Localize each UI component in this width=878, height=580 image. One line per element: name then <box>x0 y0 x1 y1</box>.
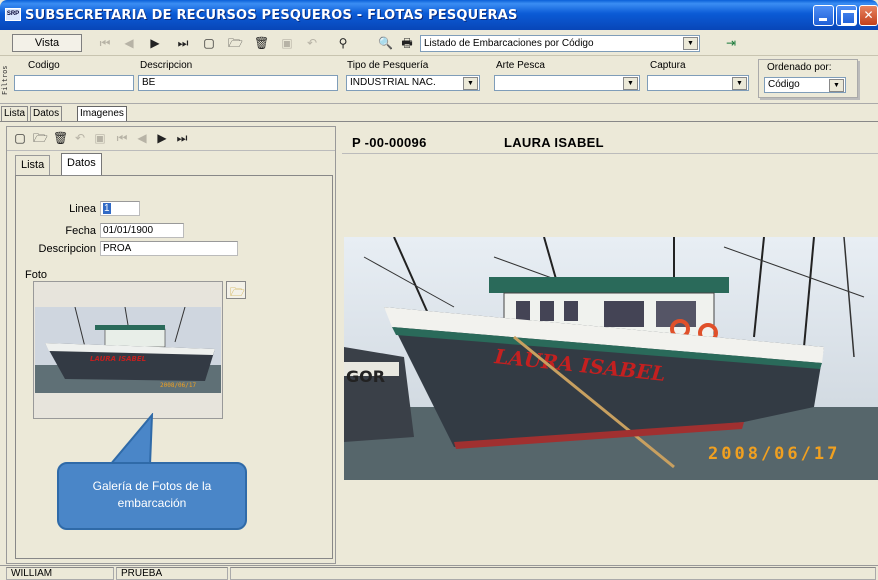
captura-label: Captura <box>650 60 686 71</box>
ordenado-por-value: Código <box>768 79 800 90</box>
boat-thumbnail-photo[interactable]: LAURA ISABEL 2008/06/17 <box>35 307 221 393</box>
foto-label: Foto <box>25 269 48 281</box>
ordenado-por-select[interactable]: Código ▼ <box>764 77 846 93</box>
exit-icon[interactable]: ⇥ <box>724 36 738 50</box>
descripcion-field-label: Descripcion <box>38 243 96 255</box>
tipo-pesqueria-select[interactable]: INDUSTRIAL NAC. ▼ <box>346 75 480 91</box>
codigo-input[interactable] <box>14 75 134 91</box>
photo-viewer-pane: P -00-00096 LAURA ISABEL GOR LAURA ISABE… <box>342 126 878 564</box>
record-header: P -00-00096 LAURA ISABEL <box>342 126 878 154</box>
vista-button[interactable]: Vista <box>12 34 82 52</box>
window-title: SUBSECRETARIA DE RECURSOS PESQUEROS - FL… <box>25 8 518 23</box>
fecha-input[interactable]: 01/01/1900 <box>100 223 184 238</box>
descripcion-input[interactable]: BE <box>138 75 338 91</box>
load-photo-button[interactable]: 🗁 <box>226 281 246 299</box>
filters-bar: Filtros Codigo Descripcion BE Tipo de Pe… <box>0 57 878 104</box>
arte-pesca-select[interactable]: ▼ <box>494 75 640 91</box>
printer-icon[interactable]: 🖶 <box>400 36 414 50</box>
open-folder-icon: 🗁 <box>230 285 245 299</box>
new-document-icon[interactable]: ▢ <box>13 131 27 145</box>
thumb-boat-name: LAURA ISABEL <box>90 355 146 363</box>
subtab-lista[interactable]: Lista <box>15 155 51 175</box>
last-record-icon[interactable]: ⏭ <box>176 36 190 50</box>
linea-value: 1 <box>103 203 111 214</box>
arte-pesca-label: Arte Pesca <box>496 60 545 71</box>
codigo-label: Codigo <box>28 60 60 71</box>
chevron-down-icon[interactable]: ▼ <box>683 37 698 50</box>
captura-select[interactable]: ▼ <box>647 75 749 91</box>
status-user: WILLIAM <box>6 567 114 580</box>
record-name: LAURA ISABEL <box>504 135 604 150</box>
next-record-icon[interactable]: ▶ <box>148 36 162 50</box>
tab-imagenes[interactable]: Imagenes <box>77 106 127 122</box>
chevron-down-icon[interactable]: ▼ <box>463 77 478 90</box>
linea-input[interactable]: 1 <box>100 201 140 216</box>
subtab-datos[interactable]: Datos <box>61 153 102 175</box>
photo-gallery-callout: Galería de Fotos de la embarcación <box>57 462 247 530</box>
other-boat-name: GOR <box>346 367 385 386</box>
next-record-icon[interactable]: ▶ <box>155 131 169 145</box>
status-message <box>230 567 876 580</box>
new-document-icon[interactable]: ▢ <box>202 36 216 50</box>
status-bar: WILLIAM PRUEBA <box>0 565 878 580</box>
minimize-icon <box>814 6 833 25</box>
descripcion-label: Descripcion <box>140 60 193 71</box>
photo-date-stamp: 2008/06/17 <box>708 444 840 464</box>
trash-icon[interactable]: 🗑 <box>53 131 68 145</box>
tab-lista[interactable]: Lista <box>1 106 29 121</box>
main-toolbar: Vista ⏮ ◀ ▶ ⏭ ▢ 🗁 🗑 ▣ ↶ ⚲ 🔍 🖶 Listado de… <box>0 30 878 56</box>
undo-icon[interactable]: ↶ <box>305 36 319 50</box>
record-code: P -00-00096 <box>352 135 427 150</box>
filters-side-label: Filtros <box>1 65 9 95</box>
photo-thumbnail-frame[interactable]: LAURA ISABEL 2008/06/17 <box>33 281 223 419</box>
tipo-pesqueria-value: INDUSTRIAL NAC. <box>350 77 436 88</box>
previous-record-icon[interactable]: ◀ <box>122 36 136 50</box>
maximize-button[interactable] <box>836 5 857 26</box>
minimize-button[interactable] <box>813 5 834 26</box>
first-record-icon[interactable]: ⏮ <box>115 131 129 145</box>
chevron-down-icon[interactable]: ▼ <box>732 77 747 90</box>
thumb-date-stamp: 2008/06/17 <box>160 382 197 389</box>
print-preview-icon[interactable]: 🔍 <box>378 36 393 50</box>
boat-large-photo[interactable]: GOR LAURA ISABEL 2008/06/17 <box>344 237 878 480</box>
app-icon: SRP <box>5 8 21 21</box>
chevron-down-icon[interactable]: ▼ <box>623 77 638 90</box>
descripcion-field-input[interactable]: PROA <box>100 241 238 256</box>
ordenado-por-label: Ordenado por: <box>767 62 832 73</box>
linea-label: Linea <box>69 203 96 215</box>
status-environment: PRUEBA <box>116 567 228 580</box>
image-toolbar: ▢ 🗁 🗑 ↶ ▣ ⏮ ◀ ▶ ⏭ <box>7 127 335 151</box>
fecha-label: Fecha <box>65 225 96 237</box>
tab-datos[interactable]: Datos <box>30 106 63 121</box>
save-icon[interactable]: ▣ <box>280 36 294 50</box>
binoculars-icon[interactable]: ⚲ <box>336 36 350 50</box>
last-record-icon[interactable]: ⏭ <box>175 131 189 145</box>
first-record-icon[interactable]: ⏮ <box>98 36 112 50</box>
tipo-pesqueria-label: Tipo de Pesquería <box>347 60 429 71</box>
open-folder-icon[interactable]: 🗁 <box>33 131 48 145</box>
close-icon: ✕ <box>863 8 874 22</box>
ordenado-por-group: Ordenado por: Código ▼ <box>758 59 858 98</box>
undo-icon[interactable]: ↶ <box>73 131 87 145</box>
report-select-value: Listado de Embarcaciones por Código <box>424 38 594 49</box>
open-folder-icon[interactable]: 🗁 <box>228 36 243 50</box>
maximize-icon <box>837 6 856 25</box>
chevron-down-icon[interactable]: ▼ <box>829 79 844 92</box>
trash-icon[interactable]: 🗑 <box>254 36 269 50</box>
previous-record-icon[interactable]: ◀ <box>135 131 149 145</box>
save-icon[interactable]: ▣ <box>93 131 107 145</box>
close-button[interactable]: ✕ <box>859 5 878 26</box>
report-select[interactable]: Listado de Embarcaciones por Código ▼ <box>420 35 700 52</box>
window-title-bar[interactable]: SRP SUBSECRETARIA DE RECURSOS PESQUEROS … <box>0 0 878 30</box>
